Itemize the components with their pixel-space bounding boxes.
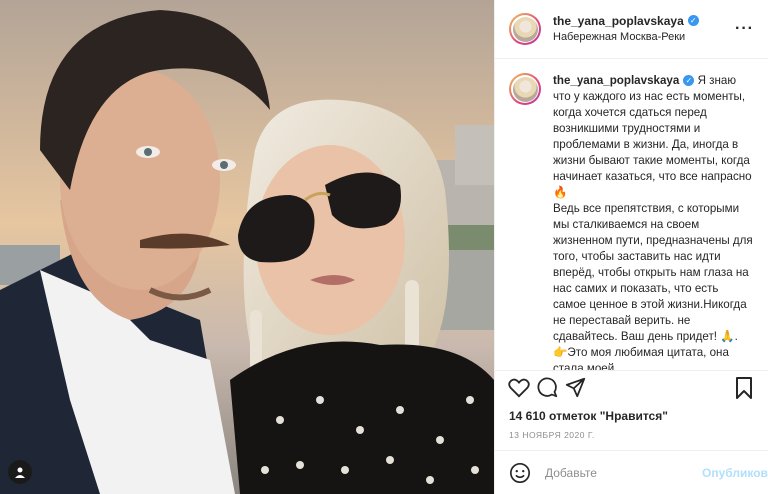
post-photo[interactable] (0, 0, 494, 494)
caption-author-avatar[interactable] (509, 73, 541, 105)
author-username[interactable]: the_yana_poplavskaya (553, 14, 684, 28)
post-header: the_yana_poplavskaya ✓ Набережная Москва-… (495, 0, 768, 59)
post-location[interactable]: Набережная Москва-Реки (553, 29, 735, 45)
verified-badge-icon: ✓ (687, 15, 699, 27)
more-options-icon[interactable]: ··· (735, 20, 754, 38)
add-comment-bar: Опубликовать (495, 450, 768, 494)
selfie-image (0, 0, 494, 494)
bookmark-icon[interactable] (730, 374, 758, 402)
instagram-post-view: the_yana_poplavskaya ✓ Набережная Москва-… (0, 0, 768, 494)
emoji-icon[interactable] (509, 462, 531, 484)
comment-icon[interactable] (533, 374, 561, 402)
post-date[interactable]: 13 НОЯБРЯ 2020 Г. (495, 426, 768, 444)
likes-count[interactable]: 14 610 отметок "Нравится" (495, 404, 768, 426)
caption-area: the_yana_poplavskaya ✓ Я знаю что у каждо… (495, 59, 768, 370)
author-avatar[interactable] (509, 13, 541, 45)
post-side-panel: the_yana_poplavskaya ✓ Набережная Москва-… (494, 0, 768, 494)
caption-verified-badge-icon: ✓ (683, 75, 695, 87)
share-icon[interactable] (561, 374, 589, 402)
caption-text: the_yana_poplavskaya ✓ Я знаю что у каждо… (553, 73, 754, 370)
author-info: the_yana_poplavskaya ✓ Набережная Москва-… (553, 13, 735, 45)
caption-username[interactable]: the_yana_poplavskaya (553, 74, 679, 87)
user-tag-icon[interactable] (8, 460, 32, 484)
heart-icon[interactable] (505, 374, 533, 402)
caption-body: Я знаю что у каждого из нас есть моменты… (553, 74, 753, 370)
action-bar (495, 370, 768, 404)
comment-input[interactable] (543, 464, 702, 481)
publish-button[interactable]: Опубликовать (702, 466, 768, 480)
